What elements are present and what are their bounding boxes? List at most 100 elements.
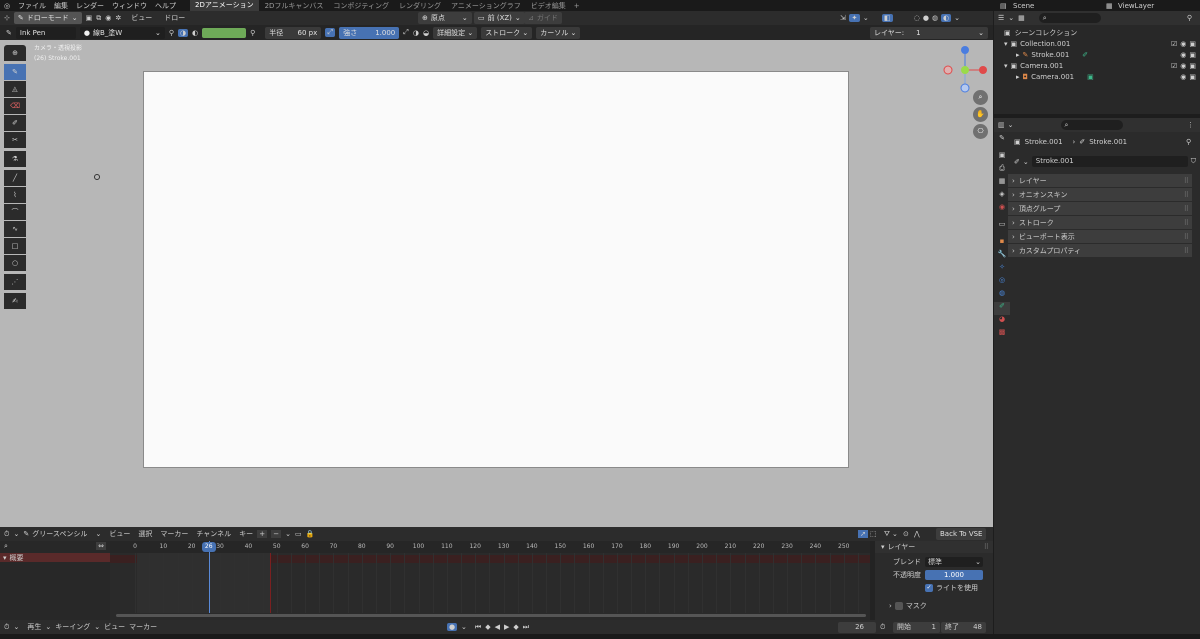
stroke-popover[interactable]: ストローク ⌄: [481, 26, 533, 39]
pressure-icon-2[interactable]: ⤢: [403, 28, 409, 37]
chevron-down-icon[interactable]: ⌄: [1008, 14, 1014, 22]
editor-type-icon[interactable]: ⏱: [4, 623, 9, 632]
camera-render-icon[interactable]: ▣: [1189, 73, 1196, 81]
constraint-tab-icon[interactable]: ◍: [994, 289, 1010, 302]
frame-end-field[interactable]: 終了 48: [941, 621, 986, 633]
opacity-slider[interactable]: 1.000: [925, 570, 983, 580]
material-tab-icon[interactable]: ◕: [994, 315, 1010, 328]
prev-key-icon[interactable]: ◆: [485, 623, 490, 631]
filter-display-icon[interactable]: ▦: [1018, 14, 1025, 22]
preview-range-icon[interactable]: ⏱: [880, 623, 885, 632]
mode-select[interactable]: ✎ ドローモード ⌄: [13, 12, 82, 24]
erase-tool-icon[interactable]: ⌫: [4, 98, 26, 114]
radius-field[interactable]: 半径 60 px: [265, 26, 322, 39]
camera-render-icon[interactable]: ▣: [1189, 62, 1196, 70]
menu-view[interactable]: ビュー: [131, 13, 152, 23]
polyline-tool-icon[interactable]: ⌇: [4, 187, 26, 203]
record-icon[interactable]: ●: [447, 623, 457, 631]
checkbox-icon[interactable]: ☑: [1171, 62, 1177, 70]
mask-checkbox[interactable]: [894, 602, 903, 610]
panel-strokes[interactable]: › ストローク ⠿: [1008, 216, 1192, 229]
outliner-item-stroke[interactable]: ▸ ✎ Stroke.001 ✐ ◉ ▣: [994, 49, 1200, 60]
workspace-tab-video-edit[interactable]: ビデオ編集: [531, 1, 566, 11]
lock-icon[interactable]: 🔒: [306, 530, 315, 538]
channel-search[interactable]: ⌕ ⇔: [0, 541, 110, 551]
layers-icon[interactable]: ⧉: [96, 14, 101, 23]
breadcrumb-object[interactable]: Stroke.001: [1025, 138, 1063, 146]
wireframe-shading-icon[interactable]: ◌: [914, 14, 920, 22]
view-layer-name[interactable]: ViewLayer: [1118, 2, 1154, 10]
dope-menu-marker[interactable]: マーカー: [160, 529, 188, 539]
origin-select[interactable]: ⊕ 原点 ⌄: [418, 12, 472, 24]
jump-start-icon[interactable]: ⏮: [475, 623, 481, 632]
menu-view[interactable]: ビュー: [104, 622, 125, 632]
arc-tool-icon[interactable]: ⌒: [4, 204, 26, 220]
search-field[interactable]: ⌕: [1060, 120, 1123, 130]
chevron-down-icon[interactable]: ⌄: [1008, 121, 1014, 129]
camera-render-icon[interactable]: ▣: [1189, 51, 1196, 59]
pin-icon[interactable]: ⚲: [169, 29, 174, 37]
panel-layers[interactable]: › レイヤー ⠿: [1008, 174, 1192, 187]
use-lights-checkbox[interactable]: ✓: [925, 584, 933, 592]
drag-handle-icon[interactable]: ⠿: [1184, 205, 1189, 213]
texture-tab-icon[interactable]: ▩: [994, 328, 1010, 341]
material-select[interactable]: ● 線B_塗W ⌄: [79, 26, 165, 39]
effects-tab-icon[interactable]: ✧: [994, 263, 1010, 276]
panel-viewport-display[interactable]: › ビューポート表示 ⠿: [1008, 230, 1192, 243]
chevron-down-icon[interactable]: ⌄: [13, 530, 19, 538]
zoom-icon[interactable]: ⌕: [973, 90, 988, 105]
chevron-down-icon[interactable]: ⌄: [954, 14, 960, 22]
remove-layer-icon[interactable]: −: [271, 530, 282, 538]
tint-tool-icon[interactable]: ✐: [4, 115, 26, 131]
menu-window[interactable]: ウィンドウ: [112, 1, 147, 11]
circle-tool-icon[interactable]: ○: [4, 255, 26, 271]
expand-arrow-icon[interactable]: ▸: [1016, 51, 1020, 59]
brush-select[interactable]: Ink Pen: [15, 26, 76, 39]
render-tab-icon[interactable]: ▣: [994, 151, 1010, 164]
data-tab-icon[interactable]: ✐: [994, 302, 1010, 315]
strength-field[interactable]: 強さ 1.000: [339, 26, 400, 39]
rendered-shading-icon[interactable]: ◐: [941, 14, 952, 22]
stroke-toggle-icon[interactable]: ◑: [413, 29, 419, 37]
curve-tool-icon[interactable]: ∿: [4, 221, 26, 237]
back-to-vse-button[interactable]: Back To VSE: [936, 528, 987, 540]
outliner-item-camera[interactable]: ▸ ◘ Camera.001 ▣ ◉ ▣: [994, 71, 1200, 82]
material-shading-icon[interactable]: ◍: [932, 14, 938, 22]
gizmo-icon[interactable]: ⇲: [840, 14, 846, 22]
snowflake-icon[interactable]: ✲: [115, 14, 121, 22]
xray-icon[interactable]: ◧: [881, 14, 893, 22]
workspace-tab-2d-full[interactable]: 2Dフルキャンバス: [265, 1, 324, 11]
breadcrumb-data[interactable]: Stroke.001: [1089, 138, 1127, 146]
expand-arrow-icon[interactable]: ▾: [1004, 62, 1008, 70]
chevron-down-icon[interactable]: ⌄: [13, 623, 19, 631]
box-tool-icon[interactable]: □: [4, 238, 26, 254]
menu-render[interactable]: レンダー: [76, 1, 104, 11]
pin-icon[interactable]: ⚲: [1186, 138, 1191, 146]
checkbox-icon[interactable]: ☑: [1171, 40, 1177, 48]
expand-all-icon[interactable]: ⇔: [96, 542, 106, 550]
camera-canvas[interactable]: [143, 71, 849, 468]
layer-select[interactable]: レイヤー: 1 ⌄: [870, 26, 988, 39]
advanced-popover[interactable]: 詳細設定 ⌄: [433, 26, 478, 39]
chevron-down-icon[interactable]: ⌄: [285, 530, 291, 538]
menu-marker[interactable]: マーカー: [129, 622, 157, 632]
scene-name[interactable]: Scene: [1013, 2, 1034, 10]
blend-select[interactable]: 標準 ⌄: [925, 557, 983, 567]
outliner-editor-icon[interactable]: ☰: [998, 14, 1004, 22]
menu-draw[interactable]: ドロー: [164, 13, 185, 23]
fake-user-icon[interactable]: ⛉: [1191, 157, 1196, 166]
menu-help[interactable]: ヘルプ: [155, 1, 176, 11]
frame-ruler[interactable]: 0 10 20 30 40 50 60 70 80 90 100 110 120 130 140 150 160…: [110, 541, 870, 553]
select-arrow-icon[interactable]: ➚: [858, 530, 868, 538]
dope-menu-key[interactable]: キー: [239, 529, 253, 539]
dope-menu-channel[interactable]: チャンネル: [196, 529, 231, 539]
outliner-item-camera-collection[interactable]: ▾ ▣ Camera.001 ☑ ◉ ▣: [994, 60, 1200, 71]
mask-row[interactable]: › マスク: [875, 600, 993, 612]
blender-logo-icon[interactable]: ◎: [0, 2, 14, 10]
search-field[interactable]: ⌕: [1038, 13, 1101, 23]
frame-start-field[interactable]: 開始 1: [893, 621, 940, 633]
panel-custom-properties[interactable]: › カスタムプロパティ ⠿: [1008, 244, 1192, 257]
filter-icon[interactable]: ⛛: [884, 530, 890, 539]
guide-toggle[interactable]: ⊿ ガイド: [524, 12, 562, 24]
layer-panel-header[interactable]: ▾ レイヤー ⠿: [875, 541, 993, 553]
